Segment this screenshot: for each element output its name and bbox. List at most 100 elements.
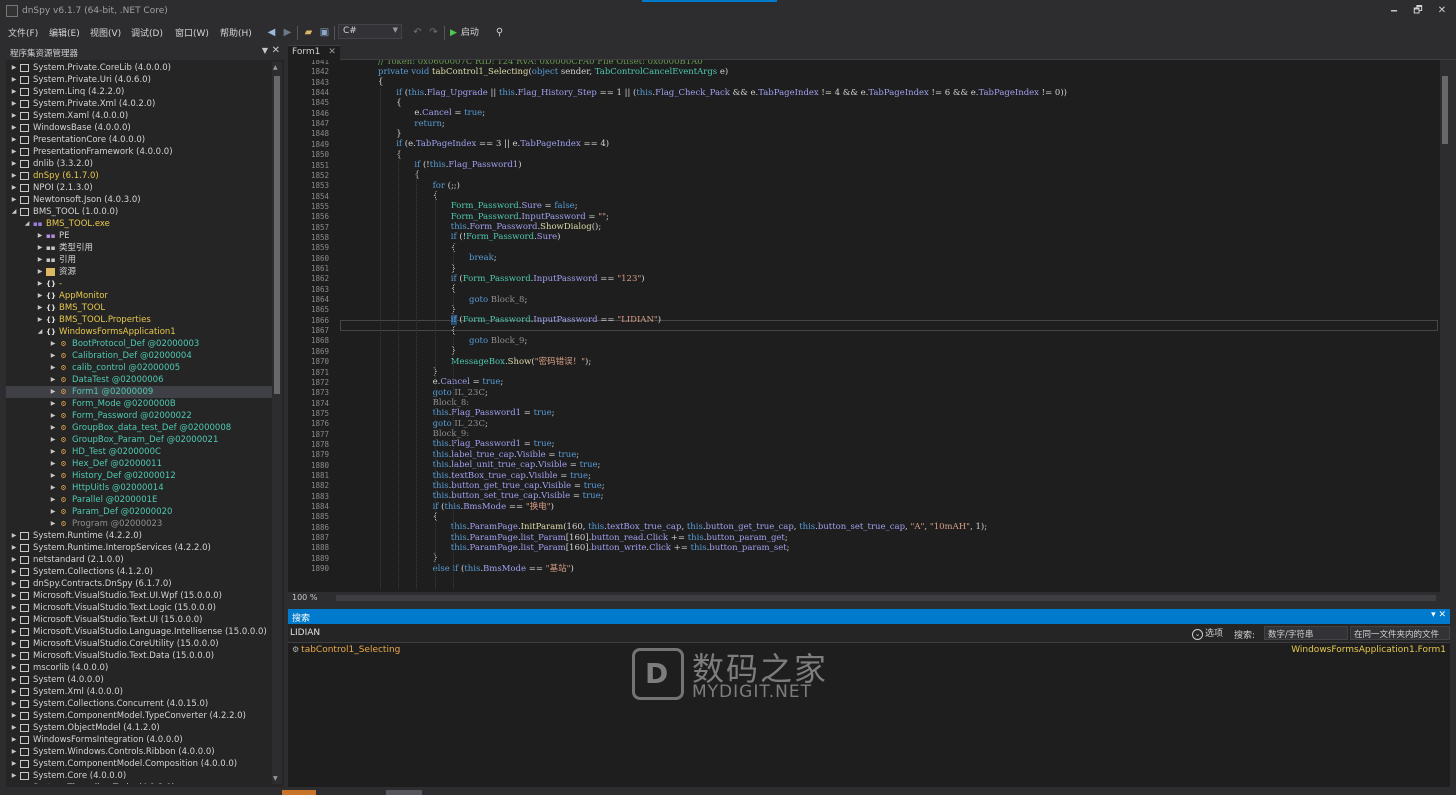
code-line[interactable]: this.Flag_Password1 = true; [433, 439, 555, 450]
expand-icon[interactable]: ▶ [10, 542, 18, 554]
expand-icon[interactable]: ▶ [10, 722, 18, 734]
tree-item[interactable]: ▶ Microsoft.VisualStudio.CoreUtility (15.… [6, 638, 274, 650]
editor-scroll-thumb[interactable] [1442, 76, 1448, 144]
code-line[interactable]: for (;;) [433, 181, 460, 192]
tree-item[interactable]: ▶ System.Core (4.0.0.0) [6, 770, 274, 782]
tree-item[interactable]: ▶ ⚙ HD_Test @0200000C [6, 446, 274, 458]
search-options-button[interactable]: ⌄ 选项 [1192, 626, 1223, 640]
tree-item[interactable]: ▶ Microsoft.VisualStudio.Text.UI (15.0.0.… [6, 614, 274, 626]
tree-item[interactable]: ▶ PresentationFramework (4.0.0.0) [6, 146, 274, 158]
expand-icon[interactable]: ▶ [10, 74, 18, 86]
language-select[interactable]: C# ▼ [338, 24, 402, 39]
expand-icon[interactable]: ▶ [49, 338, 57, 350]
expand-icon[interactable]: ▶ [10, 98, 18, 110]
search-result-location[interactable]: WindowsFormsApplication1.Form1 [1291, 645, 1446, 655]
code-editor[interactable]: 1841 1842 1843 1844 1845 1846 1847 1848 1849 1850… [288, 60, 1440, 592]
tree-item[interactable]: ▶ dnSpy (6.1.7.0) [6, 170, 274, 182]
search-type-select[interactable]: 数字/字符串 [1264, 626, 1348, 640]
tree-item[interactable]: ▶ ⚙ HttpUitls @02000014 [6, 482, 274, 494]
expand-icon[interactable]: ▶ [10, 698, 18, 710]
expand-icon[interactable]: ▶ [10, 626, 18, 638]
code-line[interactable]: goto Block_9; [469, 336, 527, 347]
menu-help[interactable]: 帮助(H) [220, 26, 252, 39]
expand-icon[interactable]: ▶ [10, 770, 18, 782]
expand-icon[interactable]: ▶ [10, 62, 18, 74]
code-line[interactable]: this.Flag_Password1 = true; [433, 408, 555, 419]
tree-item[interactable]: ▶ ⚙ Form1 @02000009 [6, 386, 274, 398]
expand-icon[interactable]: ▶ [49, 434, 57, 446]
explorer-scroll-thumb[interactable] [274, 76, 280, 394]
tree-item[interactable]: ▶ ⚙ GroupBox_data_test_Def @02000008 [6, 422, 274, 434]
expand-icon[interactable]: ▶ [10, 122, 18, 134]
maximize-button[interactable]: 🗗 [1408, 4, 1428, 18]
code-line[interactable]: this.textBox_true_cap.Visible = true; [433, 471, 591, 482]
code-line[interactable]: { [378, 77, 383, 88]
expand-icon[interactable]: ▶ [36, 254, 44, 266]
tree-item[interactable]: ▶ ⚙ GroupBox_Param_Def @02000021 [6, 434, 274, 446]
code-line[interactable]: goto IL_23C; [433, 419, 488, 430]
scroll-down-icon[interactable]: ▼ [273, 775, 278, 782]
menu-window[interactable]: 窗口(W) [175, 26, 209, 39]
tree-item[interactable]: ▶ System.Collections.Concurrent (4.0.15.0… [6, 698, 274, 710]
expand-icon[interactable]: ▶ [10, 758, 18, 770]
expand-icon[interactable]: ▶ [10, 134, 18, 146]
expand-icon[interactable]: ▶ [36, 314, 44, 326]
tree-item[interactable]: ▶ System.Xaml (4.0.0.0) [6, 110, 274, 122]
tree-item[interactable]: ◢ ▪▪ BMS_TOOL.exe [6, 218, 274, 230]
tree-item[interactable]: ▶ WindowsFormsIntegration (4.0.0.0) [6, 734, 274, 746]
tree-item[interactable]: ◢ BMS_TOOL (1.0.0.0) [6, 206, 274, 218]
back-icon[interactable]: ◀ [264, 25, 279, 40]
expand-icon[interactable]: ▶ [10, 638, 18, 650]
tree-item[interactable]: ▶{} AppMonitor [6, 290, 274, 302]
tree-item[interactable]: ▶ NPOI (2.1.3.0) [6, 182, 274, 194]
code-line[interactable]: if (!Form_Password.Sure) [451, 232, 561, 243]
tree-item[interactable]: ▶ System.Linq (4.2.2.0) [6, 86, 274, 98]
tree-item[interactable]: ▶ ⚙ Parallel @0200001E [6, 494, 274, 506]
expand-icon[interactable]: ▶ [10, 662, 18, 674]
code-line[interactable]: e.Cancel = true; [433, 377, 504, 388]
code-line[interactable]: MessageBox.Show("密码错误！"); [451, 357, 591, 368]
code-line[interactable]: Block_9: [433, 429, 470, 440]
tree-item[interactable]: ▶ System.Collections (4.1.2.0) [6, 566, 274, 578]
tree-item[interactable]: ▶ ▪▪ 引用 [6, 254, 274, 266]
code-line[interactable]: if (this.Flag_Upgrade || this.Flag_Histo… [396, 88, 1067, 99]
tree-item[interactable]: ▶ mscorlib (4.0.0.0) [6, 662, 274, 674]
tree-item[interactable]: ▶ System.Threading.Tasks (4.1.2.0) [6, 782, 274, 784]
code-line[interactable]: if (Form_Password.InputPassword == "123"… [451, 274, 645, 285]
expand-icon[interactable]: ▶ [49, 374, 57, 386]
expand-icon[interactable]: ▶ [49, 482, 57, 494]
search-icon[interactable]: ⚲ [492, 25, 507, 40]
expand-icon[interactable]: ▶ [36, 290, 44, 302]
tab-form1[interactable]: Form1 ✕ [288, 45, 340, 60]
expand-icon[interactable]: ▶ [10, 674, 18, 686]
tree-item[interactable]: ▶ ▪▪ 类型引用 [6, 242, 274, 254]
tree-item[interactable]: ▶{} BMS_TOOL [6, 302, 274, 314]
code-line[interactable]: goto Block_8; [469, 295, 527, 306]
collapse-icon[interactable]: ◢ [23, 218, 31, 230]
expand-icon[interactable]: ▶ [49, 350, 57, 362]
tree-item[interactable]: ▶ Microsoft.VisualStudio.Text.UI.Wpf (15.… [6, 590, 274, 602]
expand-icon[interactable]: ▶ [36, 302, 44, 314]
expand-icon[interactable]: ▶ [49, 386, 57, 398]
tree-item[interactable]: ▶ dnSpy.Contracts.DnSpy (6.1.7.0) [6, 578, 274, 590]
menu-debug[interactable]: 调试(D) [131, 26, 163, 39]
expand-icon[interactable]: ▶ [10, 746, 18, 758]
tree-item[interactable]: ▶ ⚙ Form_Password @02000022 [6, 410, 274, 422]
code-line[interactable]: this.ParamPage.list_Param[160].button_re… [451, 533, 788, 544]
expand-icon[interactable]: ▶ [49, 410, 57, 422]
code-line[interactable]: goto IL_23C; [433, 388, 488, 399]
tree-item[interactable]: ▶ Newtonsoft.Json (4.0.3.0) [6, 194, 274, 206]
tree-item[interactable]: ▶ System.Xml (4.0.0.0) [6, 686, 274, 698]
tree-item[interactable]: ▶ PresentationCore (4.0.0.0) [6, 134, 274, 146]
search-result-item[interactable]: ⚙ tabControl1_Selecting [292, 645, 400, 655]
dropdown-icon[interactable]: ▼ [262, 46, 268, 55]
menu-file[interactable]: 文件(F) [8, 26, 38, 39]
expand-icon[interactable]: ▶ [10, 710, 18, 722]
tree-item[interactable]: ▶ System.Private.Xml (4.0.2.0) [6, 98, 274, 110]
expand-icon[interactable]: ▶ [49, 470, 57, 482]
tree-item[interactable]: ▶ System.ComponentModel.TypeConverter (4.… [6, 710, 274, 722]
close-button[interactable]: ✕ [1432, 4, 1452, 18]
expand-icon[interactable]: ▶ [10, 602, 18, 614]
tree-item[interactable]: ▶ ⚙ Program @02000023 [6, 518, 274, 530]
start-button[interactable]: ▶ 启动 [450, 25, 479, 38]
